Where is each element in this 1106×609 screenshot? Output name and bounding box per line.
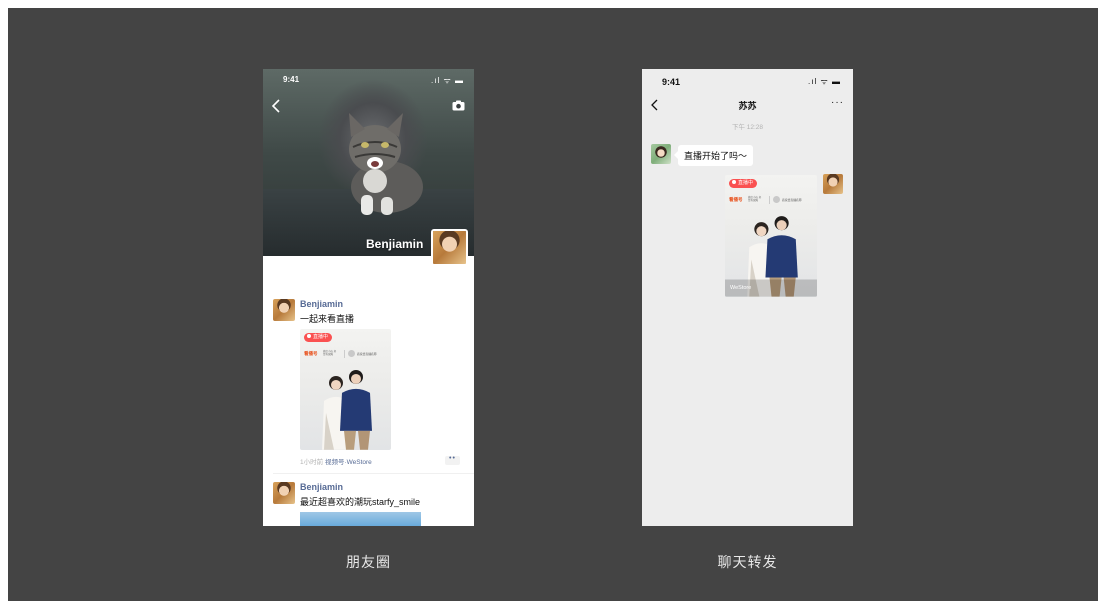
post-meta: 1小时前 视频号·WeStore: [300, 456, 372, 466]
post-avatar[interactable]: [273, 299, 295, 321]
self-avatar[interactable]: [823, 174, 843, 194]
post-author[interactable]: Benjiamin: [300, 299, 343, 309]
kid-avatar-image: [433, 231, 466, 264]
moment-post: Benjiamin 一起来看直播 直播中 看播号 微信小店 好货有保障 商家给直…: [273, 299, 468, 474]
profile-name: Benjiamin: [366, 237, 424, 251]
chat-phone: 9:41 .ıl ᯤ ▬ 苏苏 ··· 下午 12:28 直播开始了吗～ 直播中…: [642, 69, 853, 526]
more-options-icon[interactable]: ···: [831, 97, 844, 108]
post-divider: [273, 473, 474, 474]
post-avatar[interactable]: [273, 482, 295, 504]
post-text: 一起来看直播: [300, 314, 355, 324]
back-icon[interactable]: [271, 99, 281, 113]
card-watermark: WeStore: [730, 285, 752, 291]
live-badge: 直播中: [304, 333, 333, 342]
cat-image: [349, 113, 423, 215]
status-time: 9:41: [283, 75, 300, 84]
status-icons: .ıl ᯤ ▬: [431, 76, 464, 85]
couple-photo: [725, 216, 817, 297]
camera-icon[interactable]: [452, 100, 465, 111]
post-source-link[interactable]: 视频号·WeStore: [325, 459, 372, 466]
chat-title: 苏苏: [738, 101, 757, 111]
contact-avatar[interactable]: [651, 144, 671, 164]
post-text: 最近超喜欢的潮玩starfy_smile: [300, 497, 421, 507]
post-author[interactable]: Benjiamin: [300, 482, 343, 492]
cover-photo[interactable]: 9:41 .ıl ᯤ ▬ Benjiamin: [263, 69, 474, 256]
status-icons: .ıl ᯤ ▬: [808, 77, 841, 86]
status-time: 9:41: [662, 77, 681, 87]
live-stream-card[interactable]: 直播中 看播号 微信小店 好货有保障 商家给直播名称: [300, 329, 391, 450]
chat-caption: 聊天转发: [717, 554, 778, 570]
post-time: 1小时前: [300, 459, 324, 466]
presentation-stage: 9:41 .ıl ᯤ ▬ Benjiamin Benjiamin 一起来看直播 …: [8, 8, 1098, 601]
couple-photo: [322, 370, 372, 450]
message-bubble[interactable]: 直播开始了吗～: [673, 145, 754, 166]
live-badge: 直播中: [729, 179, 758, 188]
moments-phone: 9:41 .ıl ᯤ ▬ Benjiamin Benjiamin 一起来看直播 …: [263, 69, 474, 526]
moments-caption: 朋友圈: [346, 554, 391, 570]
more-button[interactable]: ••: [445, 455, 460, 465]
post-photo[interactable]: [300, 512, 421, 526]
message-timestamp: 下午 12:28: [731, 124, 764, 131]
forwarded-live-card[interactable]: 直播中 看播号 微信小店 好货有保障 商家给直播名称 WeStore: [725, 175, 817, 297]
profile-avatar[interactable]: [431, 229, 468, 266]
